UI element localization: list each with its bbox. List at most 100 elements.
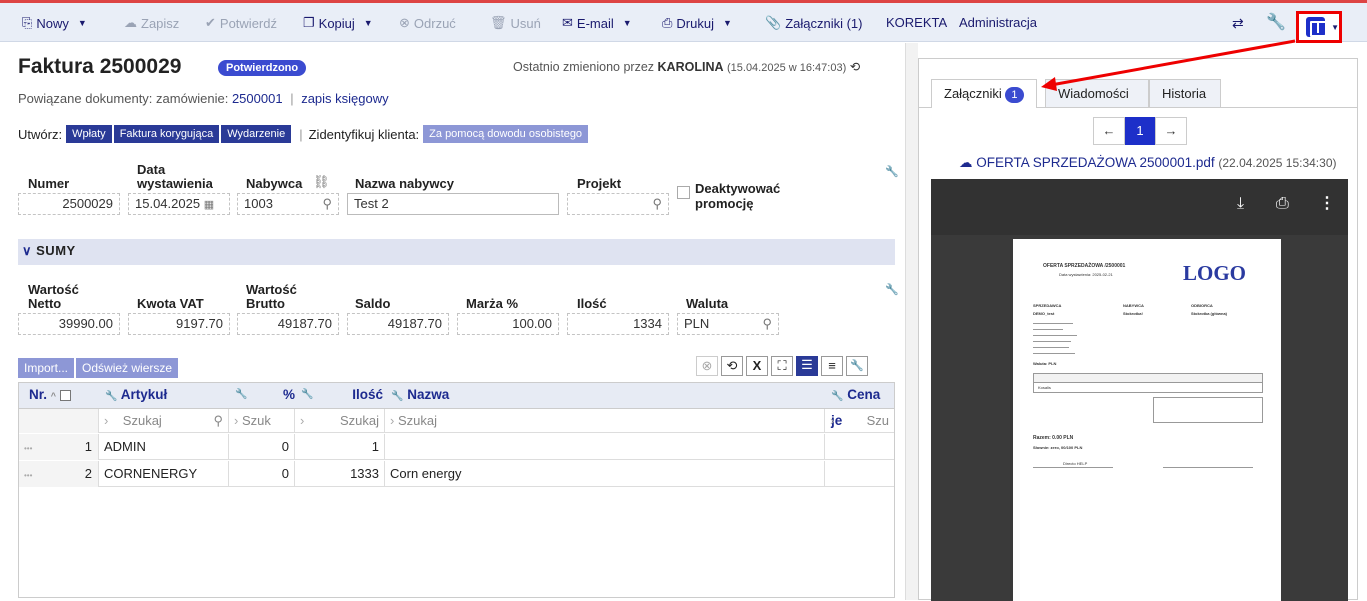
wrench-icon: 🔧: [831, 391, 844, 402]
panel-splitter[interactable]: [905, 43, 918, 600]
gross-label: Wartość: [246, 282, 297, 297]
email-button[interactable]: ✉ E-mail ▼: [562, 15, 632, 31]
print-button[interactable]: ⎙ Drukuj ▼: [662, 15, 732, 31]
copy-button[interactable]: ❐ Kopiuj ▼: [303, 15, 373, 31]
swap-icon[interactable]: ⇄: [1232, 15, 1244, 32]
vat-label: Kwota VAT: [137, 296, 204, 311]
search-icon[interactable]: ⚲: [652, 194, 662, 214]
filter-percent[interactable]: › Szuk: [229, 409, 295, 433]
buyer-name-field[interactable]: Test 2: [347, 193, 559, 215]
row-menu-icon[interactable]: •••: [24, 444, 32, 453]
prev-page-button[interactable]: ←: [1093, 117, 1125, 145]
attachments-button[interactable]: 📎 Załączniki (1): [765, 15, 862, 31]
number-label: Numer: [28, 176, 70, 191]
korekta-button[interactable]: KOREKTA: [886, 15, 947, 30]
col-article[interactable]: 🔧 Artykuł: [105, 383, 167, 407]
undo-icon[interactable]: ⟲: [850, 60, 860, 74]
save-button[interactable]: ☁ Zapisz: [124, 15, 179, 31]
fullscreen-icon[interactable]: ⛶: [771, 356, 793, 376]
deactivate-promo-label: Deaktywować: [695, 181, 781, 196]
accounting-entry-link[interactable]: zapis księgowy: [301, 91, 388, 106]
buyer-name-label: Nazwa nabywcy: [355, 176, 454, 191]
cancel-circle-icon[interactable]: ⊗: [696, 356, 718, 376]
col-percent[interactable]: 🔧%: [235, 383, 295, 407]
col-quantity[interactable]: 🔧 Ilość: [301, 383, 383, 407]
grid-toolbar: Import... Odśwież wiersze: [18, 358, 180, 378]
balance-label: Saldo: [355, 296, 391, 311]
import-button[interactable]: Import...: [18, 358, 75, 378]
net-label-2: Netto: [28, 296, 62, 311]
search-icon[interactable]: ⚲: [322, 194, 332, 214]
buyer-field[interactable]: 1003 ⚲: [237, 193, 339, 215]
filter-price[interactable]: › Szu: [825, 409, 894, 433]
chevron-down-icon: ▼: [363, 18, 373, 28]
tab-attachments[interactable]: Załączniki 1: [931, 79, 1037, 108]
excel-icon[interactable]: X: [746, 356, 768, 376]
current-page-button[interactable]: 1: [1125, 117, 1155, 145]
new-button[interactable]: ⎘ Nowy ▼: [22, 15, 87, 31]
currency-label: Waluta: [686, 296, 729, 311]
link-icon[interactable]: ⛓: [313, 174, 330, 190]
printer-icon[interactable]: ⎙: [1276, 195, 1289, 213]
pdf-items-table: Kosalis: [1033, 373, 1263, 393]
pdf-viewer: ⤓ ⎙ ⋮ OFERTA SPRZEDAŻOWA /2500001 Data w…: [931, 179, 1348, 601]
last-changed: Ostatnio zmieniono przez KAROLINA (15.04…: [513, 60, 861, 74]
attachment-file-link[interactable]: ☁ OFERTA SPRZEDAŻOWA 2500001.pdf (22.04.…: [959, 155, 1337, 171]
filter-name[interactable]: › Szukaj: [385, 409, 825, 433]
deactivate-promo-checkbox[interactable]: [677, 186, 690, 199]
margin-value: 100.00: [457, 313, 559, 335]
wrench-icon[interactable]: 🔧: [885, 283, 899, 296]
create-event-button[interactable]: Wydarzenie: [221, 125, 292, 143]
select-all-checkbox[interactable]: [59, 389, 71, 401]
download-icon[interactable]: ⤓: [1237, 195, 1244, 213]
create-payments-button[interactable]: Wpłaty: [66, 125, 112, 143]
download-cloud-icon: ☁: [959, 155, 973, 170]
table-row[interactable]: ••• 1 ADMIN 0 1: [19, 434, 894, 460]
identify-by-id-button[interactable]: Za pomocą dowodu osobistego: [423, 125, 589, 143]
wrench-icon: 🔧: [301, 389, 314, 400]
wrench-icon[interactable]: 🔧: [885, 165, 899, 178]
search-icon[interactable]: ⚲: [762, 314, 772, 334]
delete-button[interactable]: 🗑 Usuń: [490, 15, 541, 31]
attachments-count-badge: 1: [1005, 87, 1024, 103]
reject-button[interactable]: ⊗ Odrzuć: [399, 15, 456, 31]
wrench-icon: 🔧: [235, 389, 248, 400]
undo-icon[interactable]: ⟲: [721, 356, 743, 376]
sums-section-header[interactable]: ∨ SUMY: [18, 239, 895, 265]
filter-article[interactable]: › Szukaj ⚲: [99, 409, 229, 433]
wrench-icon[interactable]: 🔧: [1266, 12, 1286, 32]
toolbar: ⎘ Nowy ▼ ☁ Zapisz ✔ Potwierdź ❐ Kopiuj ▼ ⊗ Odrz…: [0, 0, 1367, 43]
refresh-rows-button[interactable]: Odśwież wiersze: [76, 358, 179, 378]
chevron-down-icon: ∨: [22, 243, 33, 258]
wrench-icon: 🔧: [391, 391, 404, 402]
col-price[interactable]: 🔧 Cena je: [831, 383, 894, 428]
toggle-side-panel-button[interactable]: ▼: [1296, 11, 1342, 43]
order-link[interactable]: 2500001: [232, 91, 283, 106]
date-field[interactable]: 15.04.2025 ▦: [128, 193, 230, 215]
more-options-icon[interactable]: ⋮: [1319, 193, 1335, 213]
col-nr[interactable]: Nr. ^: [29, 383, 71, 407]
cancel-circle-icon: ⊗: [399, 15, 410, 30]
check-icon: ✔: [205, 15, 216, 30]
next-page-button[interactable]: →: [1155, 117, 1187, 145]
col-name[interactable]: 🔧 Nazwa: [391, 383, 449, 407]
filter-quantity[interactable]: › Szukaj: [295, 409, 385, 433]
compact-rows-icon[interactable]: ☰: [796, 356, 818, 376]
calendar-icon[interactable]: ▦: [204, 199, 214, 211]
pdf-vat-table: [1153, 397, 1263, 423]
project-field[interactable]: ⚲: [567, 193, 669, 215]
document-form: Faktura 2500029 Potwierdzono Ostatnio zm…: [0, 43, 905, 600]
administration-button[interactable]: Administracja: [959, 15, 1037, 30]
table-row[interactable]: ••• 2 CORNENERGY 0 1333 Corn energy: [19, 461, 894, 487]
wrench-icon[interactable]: 🔧: [846, 356, 868, 376]
create-correction-invoice-button[interactable]: Faktura korygująca: [113, 125, 220, 143]
net-value: 39990.00: [18, 313, 120, 335]
grid-actions: ⊗ ⟲ X ⛶ ☰ ≡ 🔧: [696, 356, 868, 376]
currency-field[interactable]: PLN ⚲: [677, 313, 779, 335]
row-menu-icon[interactable]: •••: [24, 471, 32, 480]
confirm-button[interactable]: ✔ Potwierdź: [205, 15, 277, 31]
rows-icon[interactable]: ≡: [821, 356, 843, 376]
number-field[interactable]: 2500029: [18, 193, 120, 215]
cloud-save-icon: ☁: [124, 15, 137, 30]
grid-header: Nr. ^ 🔧 Artykuł 🔧% 🔧 Ilość 🔧 Nazwa 🔧 Cena…: [19, 383, 894, 428]
